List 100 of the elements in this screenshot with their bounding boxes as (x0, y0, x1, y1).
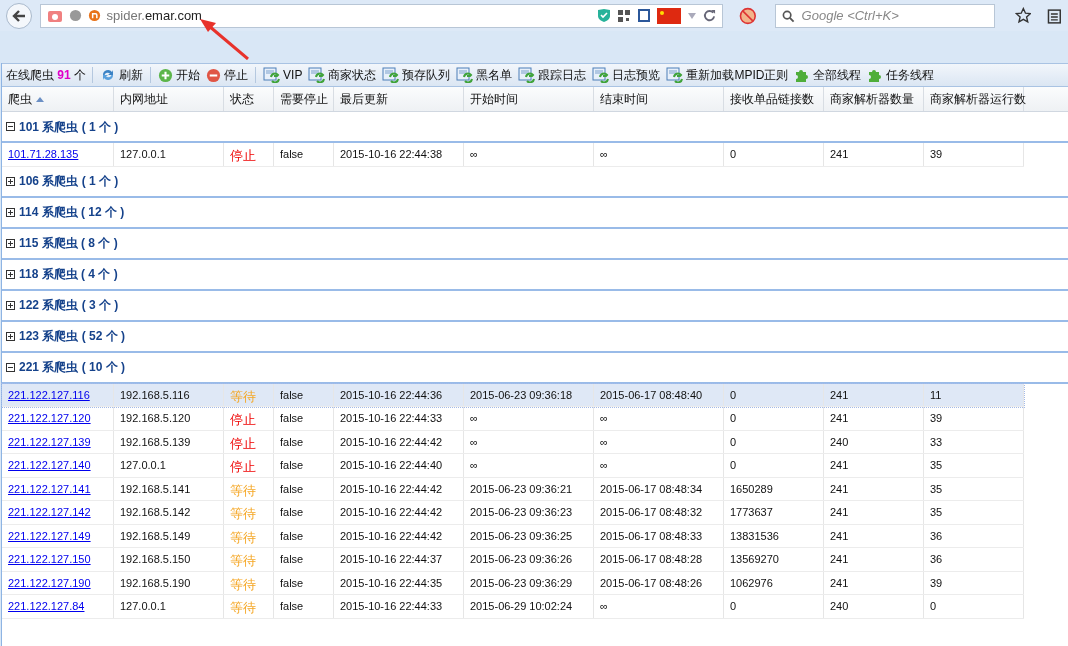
collapse-icon (6, 362, 15, 372)
table-row[interactable]: 221.122.127.84 127.0.0.1 等待 false 2015-10-16 22:44:33 2015-06-29 10:02:24 ∞ 0 240 0 (2, 595, 1024, 619)
spider-link[interactable]: 221.122.127.139 (8, 433, 91, 450)
table-cell-text: ∞ (470, 411, 478, 426)
blocked-icon[interactable] (738, 6, 757, 25)
status-text: 等待 (230, 481, 256, 500)
table-cell-text: 2015-06-29 10:02:24 (470, 599, 573, 614)
table-row[interactable]: 221.122.127.116 192.168.5.116 等待 false 2015-10-16 22:44:36 2015-06-23 09:36:18 2015-06-17 08:48:40 0 241 11 (2, 383, 1024, 407)
table-cell-text: 0 (730, 434, 737, 450)
spider-link[interactable]: 221.122.127.142 (8, 504, 91, 521)
column-header[interactable]: 需要停止 (274, 87, 334, 111)
back-button[interactable] (6, 2, 32, 29)
table-row[interactable]: 221.122.127.142 192.168.5.142 等待 false 2015-10-16 22:44:42 2015-06-23 09:36:23 2015-06-17 08:48:32 1773637 241 35 (2, 501, 1024, 525)
table-cell-text: 2015-10-16 22:44:33 (340, 599, 443, 614)
status-text: 等待 (230, 599, 256, 617)
table-cell-text: 13831536 (730, 528, 779, 544)
table-cell-text: 192.168.5.116 (120, 387, 190, 403)
table-cell-text: 2015-06-17 08:48:32 (600, 505, 703, 520)
table-row[interactable]: 221.122.127.120 192.168.5.120 停止 false 2015-10-16 22:44:33 ∞ ∞ 0 241 39 (2, 407, 1024, 431)
table-cell-text: 2015-10-16 22:44:37 (340, 552, 443, 567)
spider-link[interactable]: 221.122.127.120 (8, 410, 91, 427)
group-header[interactable]: 106 系爬虫 ( 1 个 ) (2, 172, 119, 190)
group-header[interactable]: 123 系爬虫 ( 52 个 ) (2, 327, 126, 345)
table-row[interactable]: 221.122.127.139 192.168.5.139 停止 false 2015-10-16 22:44:42 ∞ ∞ 0 240 33 (2, 430, 1024, 454)
group-header[interactable]: 221 系爬虫 ( 10 个 ) (2, 358, 126, 376)
page-refresh-icon (263, 67, 281, 83)
table-cell-text: 2015-06-23 09:36:26 (470, 552, 573, 567)
table-cell-text: 11 (930, 387, 942, 403)
table-cell-text: 127.0.0.1 (120, 599, 166, 614)
toolbar-button[interactable]: 全部线程 (793, 66, 863, 84)
toolbar-button[interactable]: 商家状态 (307, 66, 378, 84)
address-bar[interactable]: spider.emar.com (39, 3, 723, 28)
table-cell-text: 241 (830, 552, 849, 567)
column-header[interactable]: 爬虫 (2, 87, 114, 111)
column-header[interactable]: 开始时间 (464, 87, 594, 111)
table-row[interactable]: 221.122.127.149 192.168.5.149 等待 false 2015-10-16 22:44:42 2015-06-23 09:36:25 2015-06-17 08:48:33 13831536 241 36 (2, 524, 1024, 548)
table-cell-text: 0 (730, 458, 737, 473)
table-row[interactable]: 221.122.127.141 192.168.5.141 等待 false 2015-10-16 22:44:42 2015-06-23 09:36:21 2015-06-17 08:48:34 1650289 241 35 (2, 477, 1024, 501)
table-cell-text: ∞ (600, 458, 608, 473)
spider-link[interactable]: 221.122.127.140 (8, 457, 91, 474)
spider-link[interactable]: 221.122.127.149 (8, 527, 91, 544)
toolbar-button[interactable]: 停止 (205, 66, 250, 84)
toolbar-button[interactable]: 刷新 (99, 66, 145, 84)
column-header[interactable]: 内网地址 (114, 87, 224, 111)
status-text: 停止 (230, 147, 256, 165)
table-cell-text: 2015-06-17 08:48:26 (600, 575, 703, 591)
spider-link[interactable]: 221.122.127.190 (8, 574, 91, 591)
table-row[interactable]: 221.122.127.140 127.0.0.1 停止 false 2015-10-16 22:44:40 ∞ ∞ 0 241 35 (2, 454, 1024, 478)
group-header[interactable]: 114 系爬虫 ( 12 个 ) (2, 203, 125, 221)
table-cell-text: false (280, 387, 304, 403)
table-cell-text: 1650289 (730, 481, 773, 497)
toolbar-button[interactable]: 重新加载MPID正则 (665, 66, 790, 84)
toolbar-button[interactable]: VIP (262, 66, 304, 84)
table-cell-text: 127.0.0.1 (120, 147, 166, 162)
column-header[interactable]: 结束时间 (594, 87, 724, 111)
column-header[interactable]: 商家解析器运行数 (924, 87, 1024, 111)
page-refresh-icon (666, 67, 684, 83)
expand-icon (6, 207, 15, 217)
column-header[interactable]: 状态 (224, 87, 274, 111)
spider-link[interactable]: 221.122.127.150 (8, 551, 91, 568)
group-header[interactable]: 122 系爬虫 ( 3 个 ) (2, 296, 119, 314)
table-cell-text: false (280, 599, 304, 614)
spider-link[interactable]: 221.122.127.116 (8, 386, 90, 403)
column-header[interactable]: 最后更新 (334, 87, 464, 111)
table-cell-text: 241 (830, 387, 849, 403)
table-cell-text: 39 (930, 575, 943, 591)
spider-link[interactable]: 221.122.127.84 (8, 598, 85, 615)
table-row[interactable]: 221.122.127.190 192.168.5.190 等待 false 2015-10-16 22:44:35 2015-06-23 09:36:29 2015-06-17 08:48:26 1062976 241 39 (2, 571, 1024, 595)
star-icon[interactable] (1014, 7, 1032, 24)
table-cell-text: 2015-06-17 08:48:40 (600, 387, 703, 403)
table-row[interactable]: 221.122.127.150 192.168.5.150 等待 false 2015-10-16 22:44:37 2015-06-23 09:36:26 2015-06-17 08:48:28 13569270 241 36 (2, 548, 1024, 572)
expand-icon (6, 331, 15, 341)
group-header[interactable]: 118 系爬虫 ( 4 个 ) (2, 265, 118, 283)
collapse-icon (6, 122, 15, 131)
column-header[interactable]: 接收单品链接数 (724, 87, 824, 111)
toolbar-button[interactable]: 跟踪日志 (517, 66, 588, 84)
status-text: 等待 (230, 505, 256, 523)
table-cell-text: 241 (830, 147, 849, 162)
reading-list-icon[interactable] (1047, 7, 1062, 24)
search-field[interactable]: Google <Ctrl+K> (774, 3, 995, 28)
spider-link[interactable]: 221.122.127.141 (8, 480, 91, 497)
table-cell-text: false (280, 481, 304, 497)
toolbar-button[interactable]: 黑名单 (455, 66, 514, 84)
table-row[interactable]: 101.71.28.135 127.0.0.1 停止 false 2015-10-16 22:44:38 ∞ ∞ 0 241 39 (2, 143, 1024, 167)
toolbar-button[interactable]: 任务线程 (866, 66, 936, 84)
table-cell-text: 241 (830, 575, 849, 591)
group-header[interactable]: 115 系爬虫 ( 8 个 ) (2, 234, 118, 252)
search-icon (781, 9, 795, 23)
toolbar-button[interactable]: 开始 (157, 66, 202, 84)
table-cell-text: false (280, 575, 304, 591)
toolbar-button[interactable]: 日志预览 (591, 66, 662, 84)
spider-link[interactable]: 101.71.28.135 (8, 146, 79, 163)
column-header[interactable]: 商家解析器数量 (824, 87, 924, 111)
toolbar-button[interactable]: 预存队列 (381, 66, 452, 84)
table-cell-text: 2015-10-16 22:44:40 (340, 458, 443, 473)
table-cell-text: 2015-06-17 08:48:28 (600, 552, 703, 567)
status-text: 等待 (230, 575, 256, 594)
table-cell-text: 35 (930, 481, 943, 497)
table-cell-text: 240 (830, 599, 849, 614)
group-header[interactable]: 101 系爬虫 ( 1 个 ) (2, 117, 119, 136)
